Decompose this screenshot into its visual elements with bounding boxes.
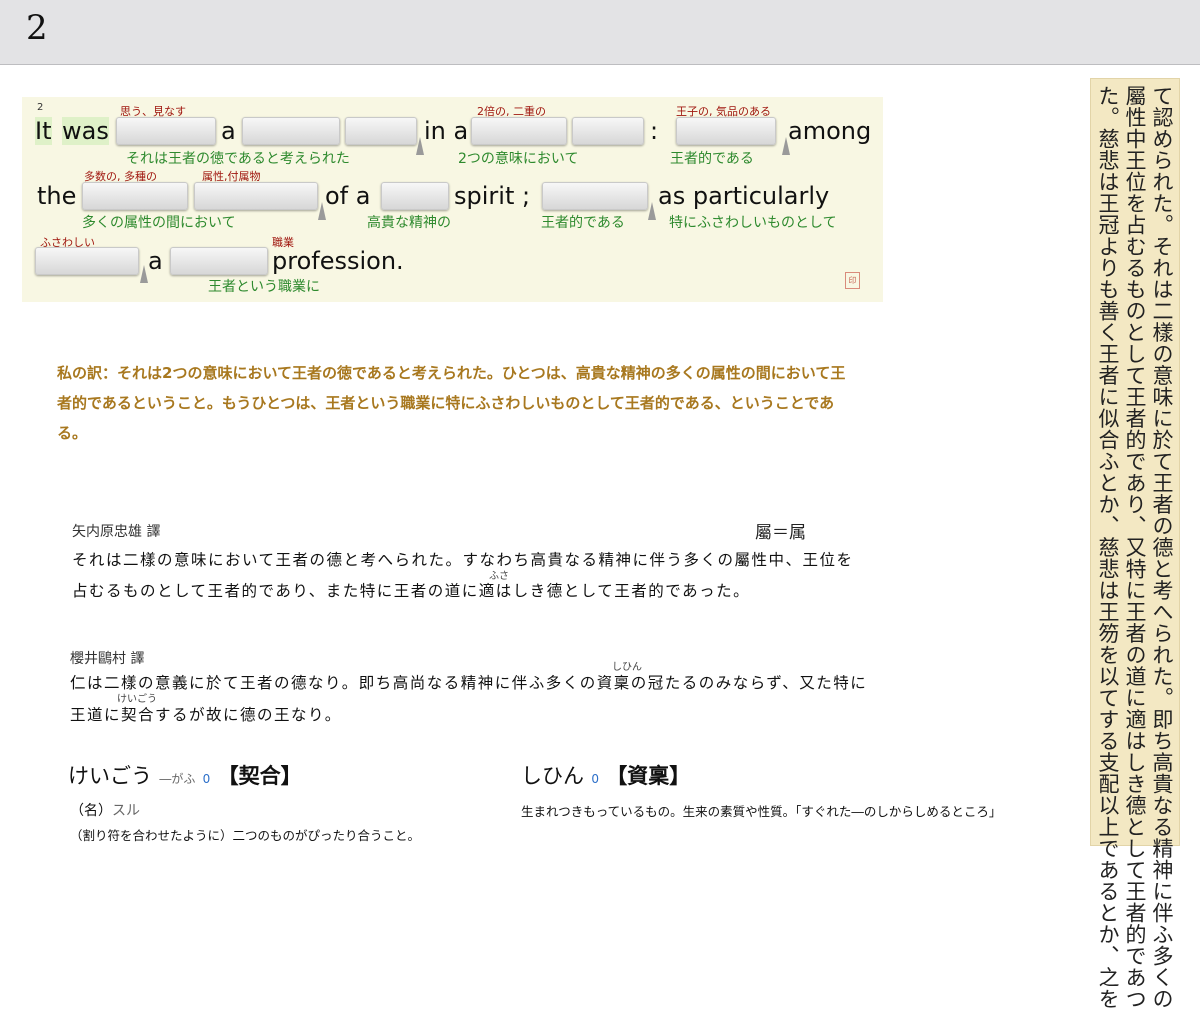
word-the: the — [37, 182, 77, 210]
word-among: among — [788, 117, 872, 145]
word-a-2: a — [148, 247, 163, 275]
dict-accent-shihin: 0 — [591, 772, 599, 786]
blank-royal[interactable] — [242, 117, 340, 145]
yanaihara-line-1: それは二樣の意味において王者の德と考へられた。すなわち高貴なる精神に伴う多くの屬… — [72, 551, 854, 569]
translation-kingly: 王者的である — [670, 151, 754, 167]
translation-regarded: それは王者の徳であると考えられた — [126, 151, 350, 167]
dict-reading-keigou: けいごう — [68, 764, 152, 788]
sakurai-line-1: 仁は二樣の意義に於て王者の德なり。即ち高尚なる精神に伴ふ多くの資稟の冠たるのみな… — [70, 674, 868, 692]
translation-profession: 王者という職業に — [208, 279, 320, 295]
dict-term-keigou: けいごう ―がふ 0 【契合】 — [68, 760, 302, 790]
yanaihara-line-2: 占むるものとして王者的であり、また特に王者の道に適はしき德として王者的であった。 — [72, 582, 751, 600]
sentence-index: 2 — [37, 102, 44, 113]
blank-attributes[interactable] — [194, 182, 318, 210]
word-as-particularly: as particularly — [658, 182, 830, 210]
word-a: a — [221, 117, 236, 145]
blank-twofold[interactable] — [471, 117, 567, 145]
blank-regarded[interactable] — [116, 117, 216, 145]
dict-reading-shihin: しひん — [521, 764, 584, 788]
translation-fitting: 特にふさわしいものとして — [669, 215, 837, 231]
word-in-a: in a — [424, 117, 469, 145]
dict-definition-keigou: （割り符を合わせたように）二つのものがぴったり合うこと。 — [70, 828, 421, 843]
blank-kingly-3[interactable] — [170, 247, 268, 275]
insert-caret — [416, 137, 424, 155]
seal-stamp-icon: 印 — [845, 272, 860, 289]
page-header: 2 — [0, 0, 1200, 65]
translation-attributes: 多くの属性の間において — [82, 215, 236, 231]
blank-noble[interactable] — [381, 182, 449, 210]
word-spirit: spirit ; — [454, 182, 531, 210]
kanji-note: 屬＝属 — [755, 523, 806, 543]
translator-sakurai: 櫻井鷗村 譯 — [70, 651, 145, 667]
vertical-column-1: て認められた。それは二樣の意味に於て王者の德と考へられた。即ち高貴なる精神に伴ふ… — [1150, 85, 1174, 1010]
vertical-column-2: 屬性中王位を占むるものとして王者的であり、又特に王者の道に適はしき德として王者的… — [1123, 85, 1147, 1010]
translation-twofold: 2つの意味において — [458, 151, 579, 167]
dict-historical-kana: ―がふ — [159, 772, 196, 786]
word-colon: : — [650, 117, 659, 145]
insert-caret — [140, 265, 148, 283]
insert-caret — [648, 202, 656, 220]
dict-kanji-shihin: 【資稟】 — [606, 764, 691, 788]
blank-kingly[interactable] — [676, 117, 776, 145]
dict-term-shihin: しひん 0 【資稟】 — [521, 760, 690, 790]
word-was: was — [62, 117, 109, 145]
word-profession: profession. — [272, 247, 404, 275]
sakurai-line-2: 王道に契合するが故に德の王なり。 — [70, 706, 342, 724]
translator-yanaihara: 矢内原忠雄 譯 — [72, 524, 161, 540]
fill-in-exercise: 2 思う、見なす 2倍の, 二重の 王子の, 気品のある It was a in… — [22, 97, 883, 302]
vertical-column-3: た。慈悲は王冠よりも善く王者に似合ふとか、慈悲は王笏を以てする支配以上であるとか… — [1096, 85, 1120, 1010]
suru-marker: スル — [112, 803, 140, 819]
dict-pos-keigou: （名）スル — [70, 800, 140, 820]
dict-kanji-keigou: 【契合】 — [217, 764, 302, 788]
part-of-speech: （名） — [70, 803, 112, 819]
blank-virtue[interactable] — [345, 117, 417, 145]
blank-sense[interactable] — [572, 117, 644, 145]
blank-many[interactable] — [82, 182, 188, 210]
translation-noble: 高貴な精神の — [367, 215, 451, 231]
dict-definition-shihin: 生まれつきもっているもの。生来の素質や性質。「すぐれた―のしからしめるところ」 — [521, 804, 1002, 819]
page-number: 2 — [26, 8, 48, 48]
word-it: It — [35, 117, 52, 145]
blank-kingly-2[interactable] — [542, 182, 648, 210]
dict-accent-keigou: 0 — [202, 772, 211, 786]
translation-kingly-2: 王者的である — [541, 215, 625, 231]
vertical-original-text: て認められた。それは二樣の意味に於て王者の德と考へられた。即ち高貴なる精神に伴ふ… — [1090, 78, 1180, 1010]
blank-befitting[interactable] — [35, 247, 139, 275]
word-of-a: of a — [325, 182, 371, 210]
my-translation: 私の訳：それは2つの意味において王者の徳であると考えられた。ひとつは、高貴な精神… — [57, 364, 846, 442]
